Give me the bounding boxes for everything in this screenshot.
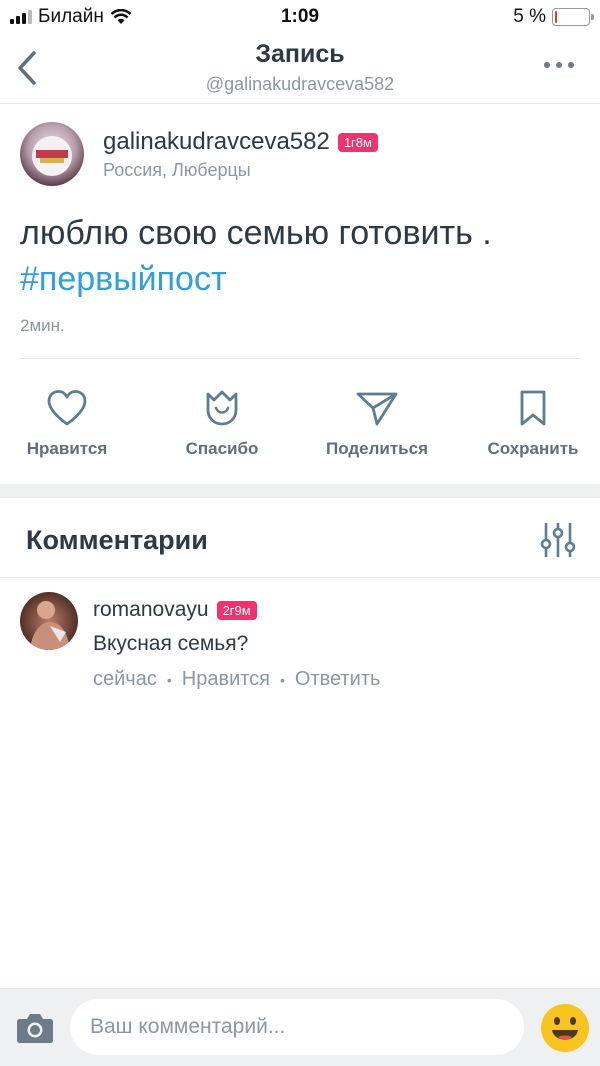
wifi-icon [110, 9, 132, 24]
comment-username-text[interactable]: romanovayu [93, 598, 209, 622]
account-age-badge: 1г8м [337, 132, 378, 152]
dot-icon [556, 62, 562, 68]
comment-item: romanovayu 2г9м Вкусная семья? сейчас • … [20, 590, 580, 700]
filter-button[interactable] [538, 520, 578, 560]
emoji-button[interactable] [540, 1003, 590, 1053]
sliders-icon [540, 522, 576, 558]
heart-icon [47, 390, 87, 426]
comment-input[interactable] [70, 999, 524, 1055]
page-title: Запись [255, 40, 345, 68]
post-actions: Нравится Спасибо Поделиться Сохранить [0, 385, 600, 475]
dot-icon [544, 62, 550, 68]
comment-username[interactable]: romanovayu 2г9м [93, 598, 257, 622]
like-label: Нравится [26, 439, 108, 458]
comment-like-link[interactable]: Нравится [182, 668, 270, 691]
signal-icon [10, 10, 32, 24]
smiley-icon [541, 1004, 589, 1052]
bookmark-icon [520, 390, 546, 426]
save-label: Сохранить [487, 439, 579, 458]
share-button[interactable]: Поделиться [307, 385, 447, 459]
post-header: galinakudravceva582 1г8м Россия, Люберцы [20, 120, 580, 190]
thanks-label: Спасибо [185, 439, 259, 458]
comments-title: Комментарии [26, 525, 208, 555]
comment-reply-link[interactable]: Ответить [295, 668, 381, 691]
thanks-button[interactable]: Спасибо [152, 385, 292, 459]
section-separator [0, 484, 600, 498]
more-button[interactable] [544, 62, 574, 68]
divider [0, 577, 600, 578]
comment-meta: сейчас • Нравится • Ответить [93, 668, 380, 691]
save-button[interactable]: Сохранить [463, 385, 600, 459]
send-icon [356, 392, 398, 426]
tulip-icon [206, 390, 238, 426]
divider [20, 358, 580, 359]
post-body: люблю свою семью готовить . [20, 214, 492, 252]
nav-header: Запись @galinakudravceva582 [0, 34, 600, 104]
post-avatar[interactable] [20, 122, 84, 186]
page-subtitle[interactable]: @galinakudravceva582 [0, 74, 600, 95]
hashtag-link[interactable]: #первыйпост [20, 256, 580, 302]
post-username[interactable]: galinakudravceva582 1г8м [103, 128, 378, 156]
status-right: 5 % [513, 6, 594, 28]
post-username-text[interactable]: galinakudravceva582 [103, 128, 330, 156]
camera-button[interactable] [16, 1011, 54, 1045]
carrier-label: Билайн [38, 6, 104, 27]
status-bar: Билайн 1:09 5 % [0, 0, 600, 34]
post-location[interactable]: Россия, Люберцы [103, 160, 251, 181]
dot-icon [568, 62, 574, 68]
battery-level [555, 11, 557, 23]
comment-text: Вкусная семья? [93, 632, 249, 655]
battery-percent: 5 % [513, 6, 546, 27]
separator-dot: • [166, 671, 172, 688]
comment-avatar[interactable] [20, 592, 78, 650]
separator-dot: • [280, 671, 285, 688]
status-left: Билайн [10, 6, 132, 28]
comment-time: сейчас [93, 668, 157, 690]
battery-icon [552, 8, 594, 26]
camera-icon [17, 1014, 53, 1043]
post-time: 2мин. [20, 316, 65, 335]
comment-composer [0, 988, 600, 1066]
like-button[interactable]: Нравится [0, 385, 137, 459]
share-label: Поделиться [325, 439, 429, 458]
post-text: люблю свою семью готовить . #первыйпост [20, 210, 580, 302]
account-age-badge: 2г9м [216, 600, 257, 620]
